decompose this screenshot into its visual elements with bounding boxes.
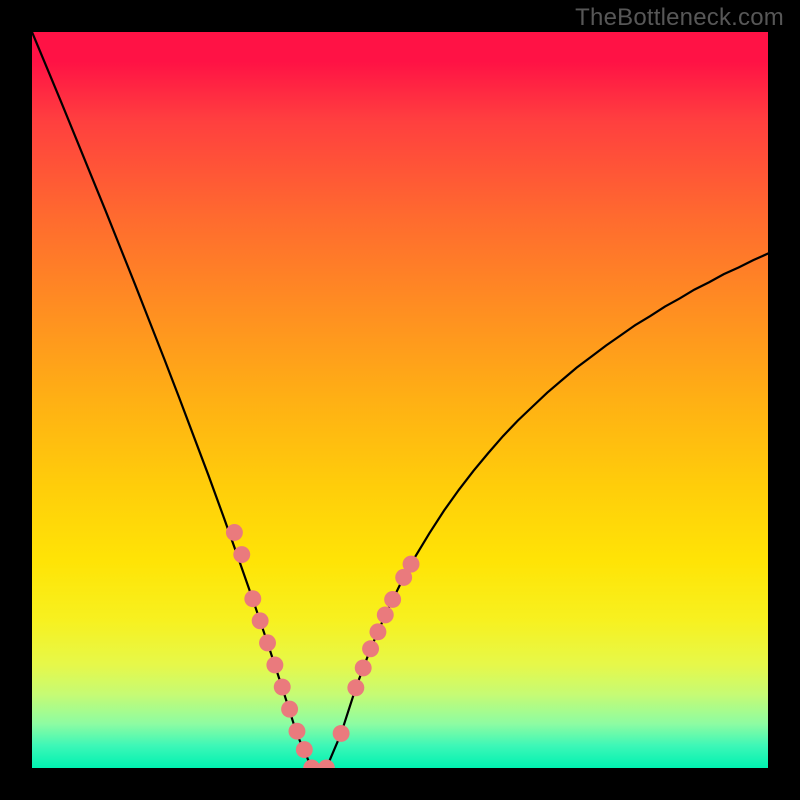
marker-dot: [244, 590, 261, 607]
marker-dot: [403, 556, 420, 573]
marker-dot: [303, 760, 320, 768]
marker-dot: [377, 606, 394, 623]
marker-dot: [266, 656, 283, 673]
watermark-text: TheBottleneck.com: [575, 4, 784, 32]
bottleneck-curve: [32, 32, 768, 768]
plot-area: [32, 32, 768, 768]
marker-dot: [274, 679, 291, 696]
marker-dot: [347, 679, 364, 696]
marker-dot: [226, 524, 243, 541]
marker-dot: [318, 760, 335, 768]
marker-dot: [252, 612, 269, 629]
marker-dot: [296, 741, 313, 758]
marker-dot: [233, 546, 250, 563]
bottleneck-curve-chart: [32, 32, 768, 768]
chart-frame: TheBottleneck.com: [0, 0, 800, 800]
marker-dot: [362, 640, 379, 657]
marker-dot: [355, 659, 372, 676]
marker-dot: [369, 623, 386, 640]
marker-dot: [259, 634, 276, 651]
marker-dot: [288, 723, 305, 740]
marker-dot: [281, 701, 298, 718]
marker-dot: [333, 725, 350, 742]
marker-dots-group: [226, 524, 420, 768]
marker-dot: [384, 591, 401, 608]
